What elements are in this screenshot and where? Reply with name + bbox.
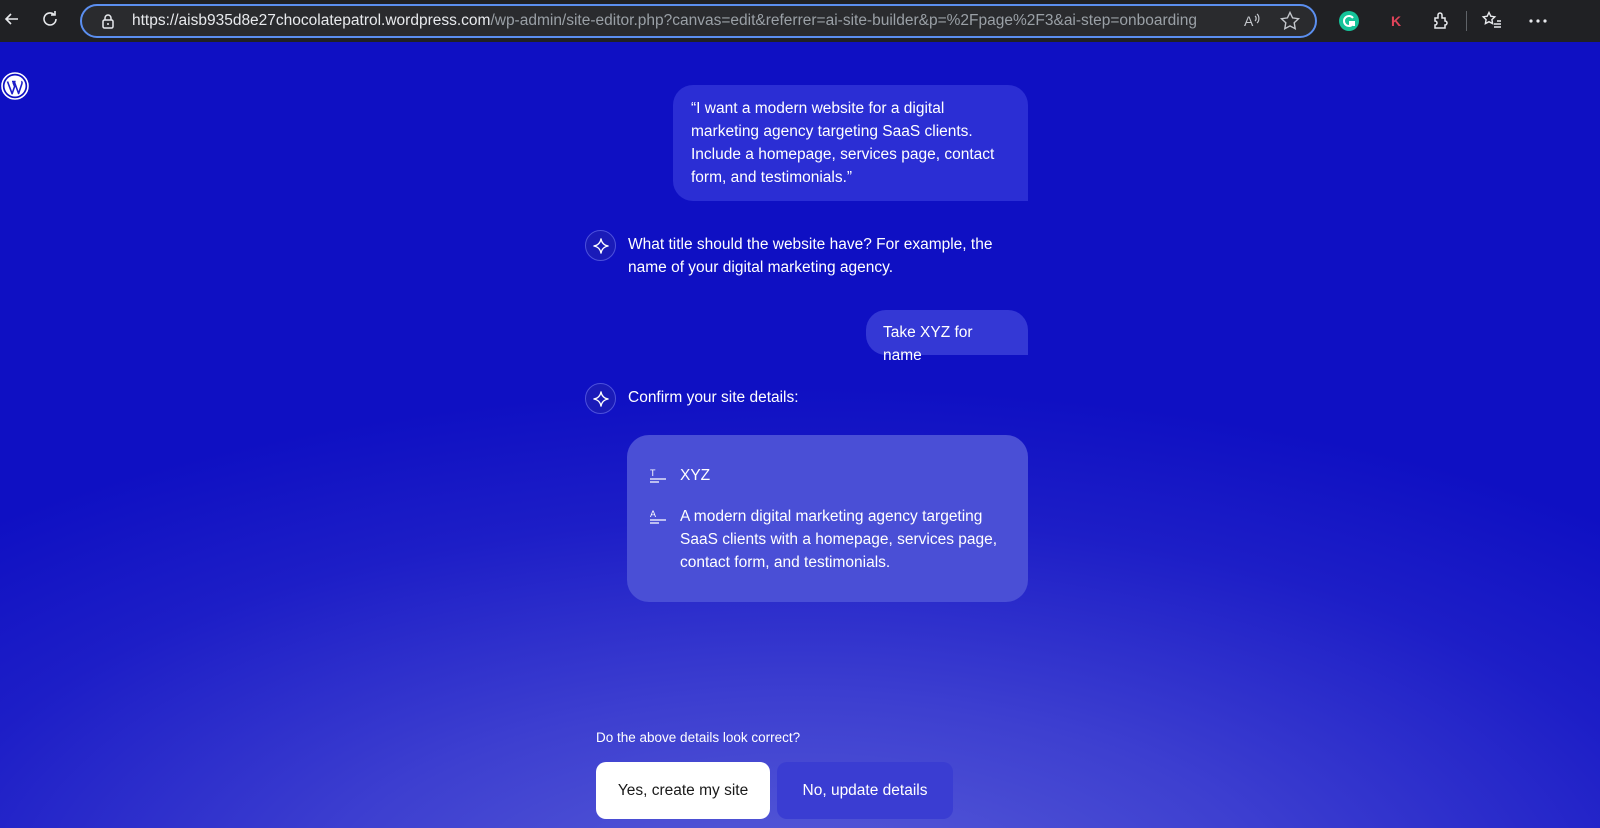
toolbar-divider [1466, 11, 1467, 31]
assistant-message-text: What title should the website have? For … [628, 236, 993, 276]
back-icon[interactable] [0, 9, 24, 33]
user-message-bubble: “I want a modern website for a digital m… [673, 85, 1028, 201]
ai-sparkle-icon [585, 230, 616, 261]
reload-icon[interactable] [38, 9, 62, 33]
site-description-icon-glyph: A [650, 509, 656, 519]
ai-sparkle-icon [585, 383, 616, 414]
confirm-question: Do the above details look correct? [596, 730, 801, 745]
url-host: https://aisb935d8e27chocolatepatrol.word… [132, 12, 491, 29]
site-description-value: A modern digital marketing agency target… [680, 508, 998, 571]
url-text[interactable]: https://aisb935d8e27chocolatepatrol.word… [132, 6, 1252, 36]
site-title-icon-glyph: T [650, 468, 656, 478]
update-details-button[interactable]: No, update details [777, 762, 953, 819]
more-menu-icon[interactable] [1526, 9, 1550, 33]
extensions-puzzle-icon[interactable] [1430, 9, 1454, 33]
create-site-button[interactable]: Yes, create my site [596, 762, 770, 819]
assistant-message-text: Confirm your site details: [628, 389, 799, 406]
grammarly-extension-icon[interactable] [1337, 9, 1361, 33]
url-path: /wp-admin/site-editor.php?canvas=edit&re… [490, 12, 1197, 29]
k-extension-letter: K [1391, 13, 1401, 29]
browser-toolbar: https://aisb935d8e27chocolatepatrol.word… [0, 0, 1600, 42]
read-aloud-glyph: A [1244, 13, 1254, 29]
favorites-icon[interactable] [1480, 9, 1504, 33]
user-message-bubble: Take XYZ for name [866, 310, 1028, 364]
site-details-card: T XYZ A A modern digital marketing agenc… [627, 435, 1028, 602]
ai-site-builder-canvas: “I want a modern website for a digital m… [0, 42, 1600, 828]
wordpress-logo-icon[interactable] [0, 71, 30, 101]
read-aloud-icon[interactable]: A [1242, 11, 1262, 31]
site-title-value: XYZ [680, 467, 711, 484]
site-description-icon: A [649, 508, 667, 526]
site-title-icon: T [649, 467, 667, 485]
favorite-star-icon[interactable] [1279, 10, 1301, 32]
lock-icon[interactable] [100, 13, 116, 29]
address-bar[interactable]: https://aisb935d8e27chocolatepatrol.word… [80, 4, 1317, 38]
k-extension-icon[interactable]: K [1384, 9, 1408, 33]
